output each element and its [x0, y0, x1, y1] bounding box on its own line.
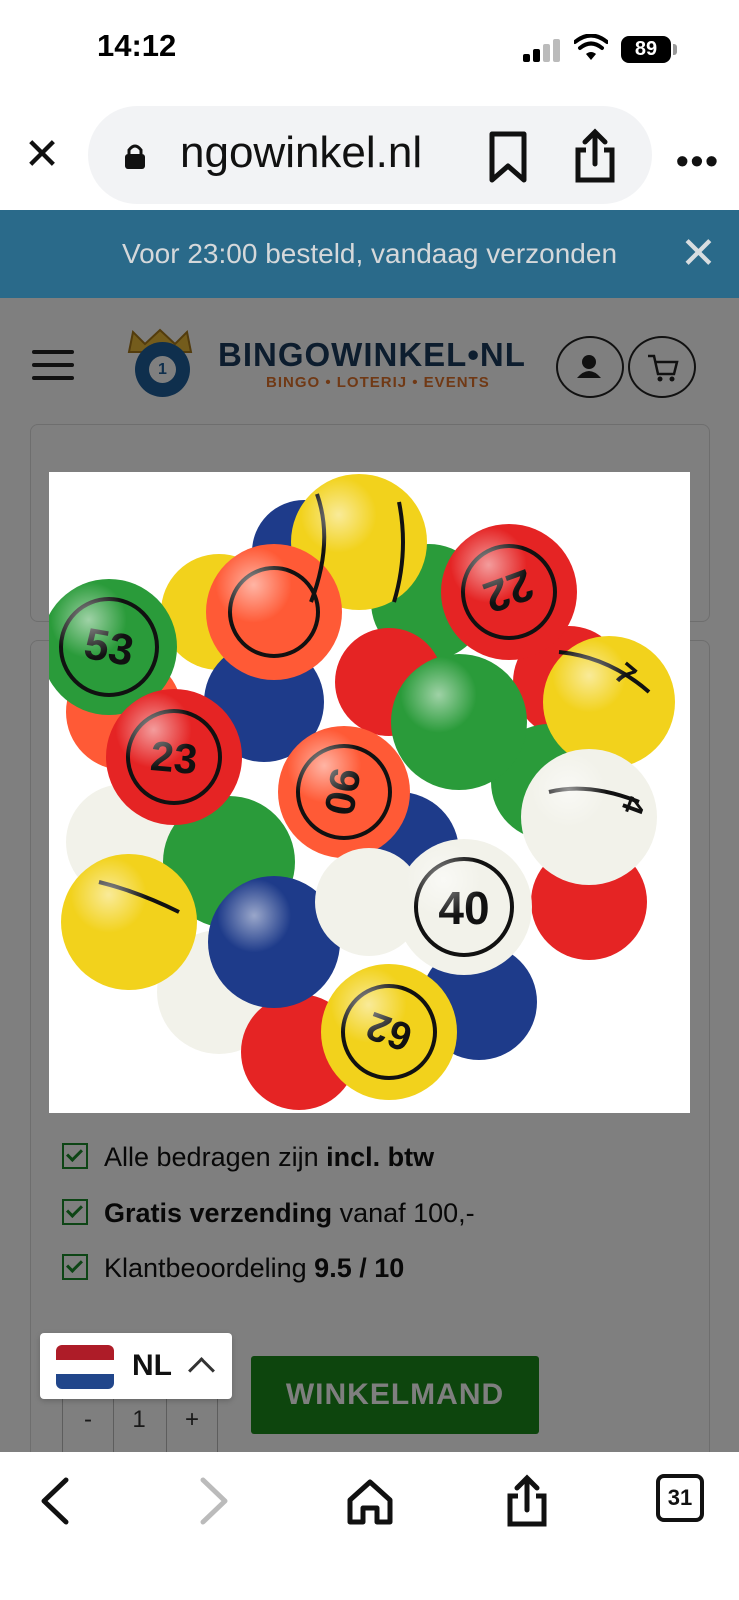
back-icon[interactable]: [30, 1474, 84, 1528]
language-code: NL: [132, 1349, 172, 1382]
tabs-button[interactable]: 31: [656, 1474, 704, 1522]
chevron-up-icon: [188, 1357, 215, 1384]
browser-toolbar: 31: [0, 1452, 739, 1600]
cellular-signal-icon: [523, 38, 565, 62]
status-bar: 14:12 89: [0, 0, 739, 100]
netherlands-flag-icon: [56, 1345, 114, 1389]
bingo-balls-image: 53 22 23 90 40 62 7 4: [49, 474, 675, 1110]
language-selector[interactable]: NL: [40, 1333, 232, 1399]
shipping-banner: Voor 23:00 besteld, vandaag verzonden ✕: [0, 210, 739, 298]
battery-icon: 89: [621, 36, 671, 63]
banner-close-icon[interactable]: ✕: [680, 232, 717, 276]
battery-tip: [673, 44, 677, 55]
product-image-modal[interactable]: 53 22 23 90 40 62 7 4: [49, 472, 690, 1113]
more-icon[interactable]: •••: [676, 140, 720, 182]
share-icon[interactable]: [572, 128, 618, 184]
address-field[interactable]: ngowinkel.nl: [88, 106, 652, 204]
banner-text: Voor 23:00 besteld, vandaag verzonden: [121, 238, 618, 269]
wifi-icon: [574, 34, 608, 60]
close-icon[interactable]: ✕: [22, 133, 62, 177]
share-icon[interactable]: [500, 1474, 554, 1528]
lock-icon: [125, 144, 145, 169]
home-icon[interactable]: [343, 1474, 397, 1528]
browser-url-bar: ✕ ngowinkel.nl •••: [0, 100, 739, 210]
forward-icon[interactable]: [185, 1474, 239, 1528]
bookmark-icon[interactable]: [486, 130, 530, 184]
status-time: 14:12: [97, 28, 177, 63]
